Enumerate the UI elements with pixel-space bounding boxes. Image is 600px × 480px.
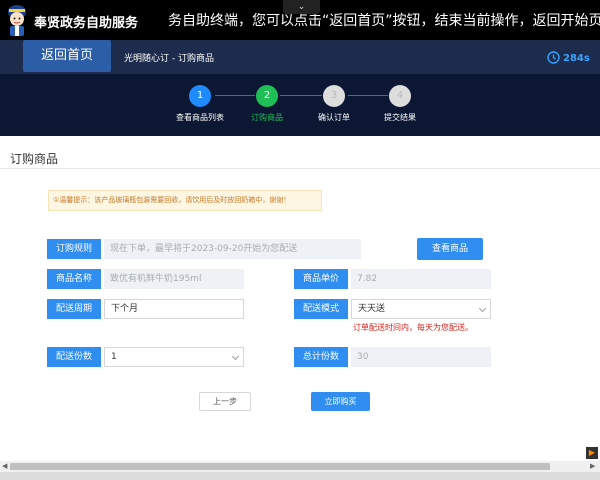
- step-connector: [215, 95, 255, 96]
- clock-icon: [547, 49, 560, 68]
- countdown-timer: 284s: [547, 49, 590, 68]
- step-2-circle: 2: [256, 85, 278, 107]
- quantity-label: 配送份数: [47, 347, 101, 367]
- rule-label: 订购规则: [47, 239, 101, 259]
- page-title: 订购商品: [10, 152, 59, 166]
- delivery-mode-select[interactable]: 天天送: [351, 299, 491, 319]
- step-1-label: 查看商品列表: [176, 113, 224, 122]
- app-title: 奉贤政务自助服务: [34, 16, 139, 31]
- rule-field: 现在下单，最早将于2023-09-20开始为您配送: [104, 239, 361, 259]
- quantity-value: 1: [111, 352, 117, 362]
- total-quantity-field: 30: [351, 347, 491, 367]
- delivery-mode-value: 天天送: [358, 304, 386, 314]
- product-name-label: 商品名称: [47, 269, 101, 289]
- mascot-logo-icon: [4, 3, 30, 37]
- bottom-strip: [0, 472, 600, 480]
- timer-value: 284s: [563, 53, 590, 64]
- step-3-label: 确认订单: [318, 113, 350, 122]
- tray-icon[interactable]: ▶: [586, 447, 598, 459]
- step-4-label: 提交结果: [384, 113, 416, 122]
- buy-now-button[interactable]: 立即购买: [311, 392, 370, 411]
- step-3-circle: 3: [323, 85, 345, 107]
- warm-tip-notice: ①温馨提示：该产品玻璃瓶包装需要回收，请饮用后及时放回奶箱中，谢谢！: [48, 190, 322, 211]
- step-connector: [280, 95, 322, 96]
- scrollbar-thumb[interactable]: [10, 463, 550, 470]
- delivery-cycle-value: 下个月: [111, 304, 139, 314]
- kiosk-screen: 奉贤政务自助服务 务自助终端，您可以点击“返回首页”按钮，结束当前操作，返回开始…: [0, 0, 600, 480]
- total-quantity-label: 总计份数: [294, 347, 348, 367]
- step-connector: [348, 95, 388, 96]
- previous-step-button[interactable]: 上一步: [199, 392, 251, 411]
- scrolling-notice: 务自助终端，您可以点击“返回首页”按钮，结束当前操作，返回开始页面: [168, 13, 600, 29]
- chevron-down-icon: [231, 352, 240, 361]
- chevron-down-icon[interactable]: ⌄: [283, 0, 320, 14]
- breadcrumb: 光明随心订 - 订购商品: [124, 54, 214, 64]
- quantity-select[interactable]: 1: [104, 347, 244, 367]
- delivery-cycle-label: 配送周期: [47, 299, 101, 319]
- step-4-circle: 4: [389, 85, 411, 107]
- home-button[interactable]: 返回首页: [23, 40, 111, 72]
- delivery-cycle-select[interactable]: 下个月: [104, 299, 244, 319]
- scroll-left-icon[interactable]: ◀: [2, 462, 7, 470]
- delivery-mode-label: 配送模式: [294, 299, 348, 319]
- unit-price-field: 7.82: [351, 269, 491, 289]
- divider: [0, 168, 600, 169]
- product-name-field: 致优有机鲜牛奶195ml: [104, 269, 244, 289]
- unit-price-label: 商品单价: [294, 269, 348, 289]
- view-goods-button[interactable]: 查看商品: [417, 238, 483, 260]
- scroll-right-icon[interactable]: ▶: [590, 462, 595, 470]
- step-1-circle: 1: [189, 85, 211, 107]
- chevron-down-icon: [478, 304, 487, 313]
- step-2-label: 订购商品: [251, 113, 283, 122]
- progress-steps: [0, 74, 600, 136]
- delivery-mode-note: 订单配送时间内，每天为您配送。: [353, 323, 473, 332]
